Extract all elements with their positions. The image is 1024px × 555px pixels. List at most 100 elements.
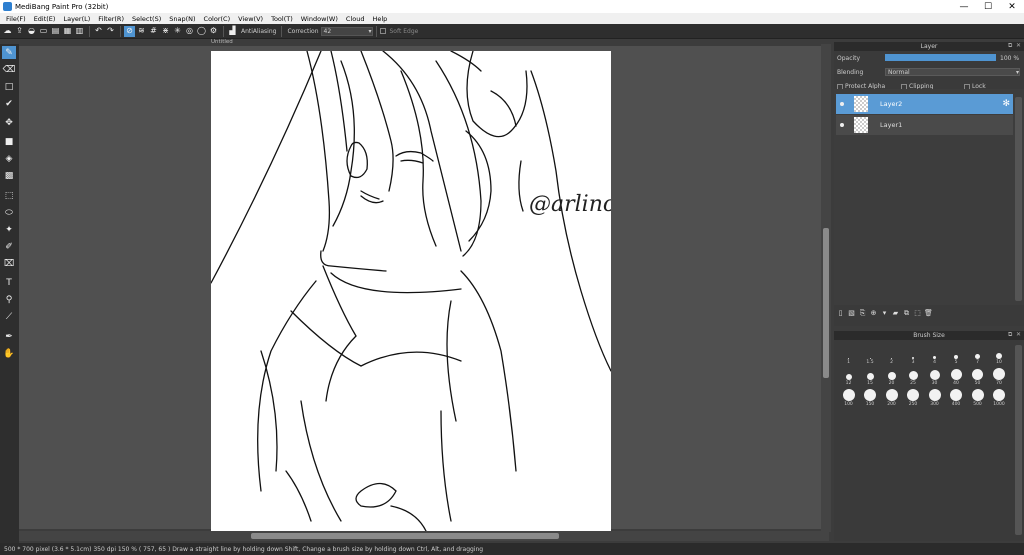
fill-shape-tool-icon[interactable]: ■ — [2, 135, 16, 148]
magic-wand-tool-icon[interactable]: ✦ — [2, 223, 16, 236]
grid-icon[interactable]: ▦ — [62, 26, 73, 37]
minimize-button[interactable]: — — [952, 0, 976, 13]
canvas-vertical-scrollbar[interactable] — [821, 44, 831, 532]
visibility-icon[interactable] — [840, 102, 844, 106]
menu-select[interactable]: Select(S) — [128, 15, 165, 23]
drawing-canvas[interactable]: @arlino — [211, 51, 611, 532]
move-tool-icon[interactable]: ✥ — [2, 116, 16, 129]
curve-snap-icon[interactable]: ◯ — [196, 26, 207, 37]
brush-size-option[interactable]: 7 — [967, 344, 988, 365]
radial-snap-icon[interactable]: ✳ — [172, 26, 183, 37]
check-tool-icon[interactable]: ✔ — [2, 97, 16, 110]
brush-size-option[interactable]: 70 — [989, 365, 1010, 386]
document-tab[interactable]: Untitled — [19, 39, 831, 46]
float-panel-icon[interactable]: ⧉ — [1008, 332, 1014, 338]
canvas-horizontal-scrollbar[interactable] — [19, 531, 829, 541]
brush-size-option[interactable]: 400 — [946, 386, 967, 407]
brush-tool-icon[interactable]: ✎ — [2, 46, 16, 59]
menu-help[interactable]: Help — [368, 15, 391, 23]
brush-size-option[interactable]: 12 — [838, 365, 859, 386]
dot-tool-icon[interactable]: □ — [2, 80, 16, 93]
menu-file[interactable]: File(F) — [2, 15, 30, 23]
brush-size-option[interactable]: 30 — [924, 365, 945, 386]
brush-size-option[interactable]: 1.5 — [860, 344, 881, 365]
brush-size-option[interactable]: 2 — [881, 344, 902, 365]
brush-size-option[interactable]: 25 — [903, 365, 924, 386]
gradient-tool-icon[interactable]: ▩ — [2, 169, 16, 182]
lasso-tool-icon[interactable]: ⬭ — [2, 206, 16, 219]
menu-edit[interactable]: Edit(E) — [30, 15, 60, 23]
brush-size-option[interactable]: 250 — [903, 386, 924, 407]
text-tool-icon[interactable]: T — [2, 276, 16, 289]
comment-icon[interactable]: ▭ — [38, 26, 49, 37]
brush-size-option[interactable]: 4 — [924, 344, 945, 365]
layer-list-scrollbar[interactable] — [1015, 97, 1022, 301]
pen-tool-icon[interactable]: ✒ — [2, 330, 16, 343]
clear-layer-icon[interactable]: ⬚ — [913, 309, 922, 318]
merge-layer-icon[interactable]: ⧉ — [902, 309, 911, 318]
select-pen-tool-icon[interactable]: ✐ — [2, 240, 16, 253]
layer-row-layer1[interactable]: Layer1 — [836, 115, 1013, 135]
brush-size-option[interactable]: 10 — [989, 344, 1010, 365]
chevron-down-icon[interactable]: ▾ — [880, 309, 889, 318]
gear-icon[interactable]: ✻ — [1002, 99, 1010, 109]
brush-size-option[interactable]: 15 — [860, 365, 881, 386]
eyedropper-tool-icon[interactable]: ⟋ — [2, 310, 16, 323]
brush-size-scrollbar[interactable] — [1015, 345, 1022, 535]
hand-tool-icon[interactable]: ✋ — [2, 347, 16, 360]
brush-size-option[interactable]: 1 — [838, 344, 859, 365]
antialiasing-label[interactable]: AntiAliasing — [241, 28, 276, 35]
add-layer-menu-icon[interactable]: ⊕ — [869, 309, 878, 318]
scrollbar-thumb[interactable] — [251, 533, 559, 539]
float-panel-icon[interactable]: ⧉ — [1008, 43, 1014, 49]
brush-size-option[interactable]: 200 — [881, 386, 902, 407]
menu-filter[interactable]: Filter(R) — [94, 15, 128, 23]
undo-icon[interactable]: ↶ — [93, 26, 104, 37]
bucket-tool-icon[interactable]: ◈ — [2, 152, 16, 165]
new-layer-icon[interactable]: ▯ — [836, 309, 845, 318]
menu-view[interactable]: View(V) — [234, 15, 267, 23]
select-tool-icon[interactable]: ⬚ — [2, 189, 16, 202]
cross-snap-icon[interactable]: # — [148, 26, 159, 37]
vanishing-point-icon[interactable]: ⋇ — [160, 26, 171, 37]
brush-size-option[interactable]: 100 — [838, 386, 859, 407]
close-button[interactable]: ✕ — [1000, 0, 1024, 13]
brush-size-option[interactable]: 5 — [946, 344, 967, 365]
brush-size-option[interactable]: 3 — [903, 344, 924, 365]
snap-settings-icon[interactable]: ⚙ — [208, 26, 219, 37]
select-eraser-tool-icon[interactable]: ⌧ — [2, 257, 16, 270]
soft-edge-checkbox[interactable] — [379, 28, 386, 34]
menu-color[interactable]: Color(C) — [200, 15, 235, 23]
maximize-button[interactable]: ☐ — [976, 0, 1000, 13]
brush-size-option[interactable]: 150 — [860, 386, 881, 407]
menu-cloud[interactable]: Cloud — [342, 15, 369, 23]
snap-off-icon[interactable]: ⊘ — [124, 25, 135, 37]
brush-size-option[interactable]: 20 — [881, 365, 902, 386]
visibility-icon[interactable] — [840, 123, 844, 127]
circle-snap-icon[interactable]: ◎ — [184, 26, 195, 37]
layer-row-layer2[interactable]: Layer2 ✻ — [836, 94, 1013, 114]
close-panel-icon[interactable]: ✕ — [1016, 332, 1022, 338]
correction-select[interactable]: 42 ▾ — [320, 26, 373, 36]
menu-layer[interactable]: Layer(L) — [59, 15, 94, 23]
parallel-snap-icon[interactable]: ≋ — [136, 26, 147, 37]
eraser-tool-icon[interactable]: ⌫ — [2, 63, 16, 76]
menu-snap[interactable]: Snap(N) — [165, 15, 199, 23]
brush-size-option[interactable]: 1000 — [989, 386, 1010, 407]
duplicate-layer-icon[interactable]: ⎘ — [858, 309, 867, 318]
scrollbar-thumb[interactable] — [823, 228, 829, 378]
close-panel-icon[interactable]: ✕ — [1016, 43, 1022, 49]
trash-icon[interactable]: 🗑 — [924, 309, 933, 318]
antialiasing-icon[interactable]: ▟ — [227, 26, 238, 37]
cloud-icon[interactable]: ☁ — [2, 26, 13, 37]
divide-tool-icon[interactable]: ⚲ — [2, 293, 16, 306]
menu-window[interactable]: Window(W) — [297, 15, 342, 23]
speech-bubble-icon[interactable]: ◒ — [26, 26, 37, 37]
brush-size-option[interactable]: 300 — [924, 386, 945, 407]
opacity-slider[interactable] — [885, 54, 996, 61]
text-box-icon[interactable]: ▤ — [50, 26, 61, 37]
frame-icon[interactable]: ▥ — [74, 26, 85, 37]
brush-size-option[interactable]: 50 — [967, 365, 988, 386]
menu-tool[interactable]: Tool(T) — [267, 15, 297, 23]
redo-icon[interactable]: ↷ — [105, 26, 116, 37]
